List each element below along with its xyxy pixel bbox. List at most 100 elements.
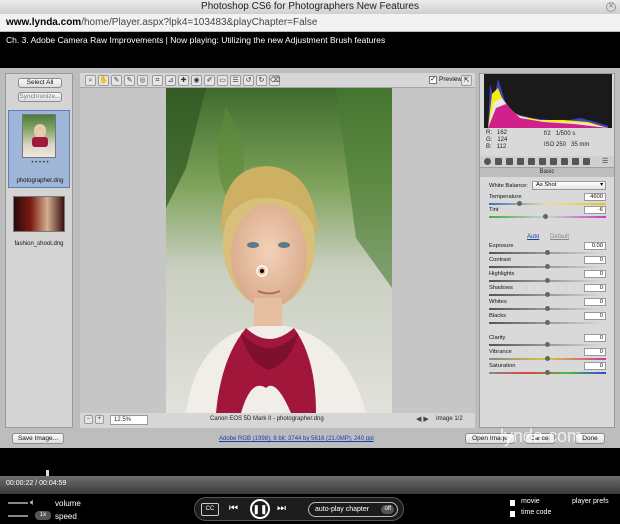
address-bar[interactable]: www.lynda.com/home/Player.aspx?lpk4=1034… — [0, 14, 620, 32]
slider-track-exposure[interactable] — [489, 250, 606, 255]
tab-split-toning-icon[interactable] — [528, 158, 535, 165]
filmstrip-item[interactable]: fashion_shoot.dng — [8, 194, 70, 247]
slider-value-exposure[interactable]: 0.00 — [584, 242, 606, 250]
image-caption: Canon EOS 5D Mark II - photographer.dng — [210, 416, 324, 422]
prev-next-arrows-icon[interactable]: ◀ ▶ — [416, 415, 429, 423]
rotate-left-icon[interactable]: ↺ — [243, 75, 254, 86]
red-eye-icon[interactable]: ◉ — [191, 75, 202, 86]
player-prefs-link[interactable]: player prefs — [572, 498, 609, 505]
crop-tool-icon[interactable]: ⌗ — [152, 75, 163, 86]
preview-checkbox[interactable]: ✓ — [429, 76, 437, 84]
slider-knob[interactable] — [545, 292, 550, 297]
closed-captions-button[interactable]: CC — [201, 503, 219, 516]
preview-photo[interactable] — [166, 88, 392, 413]
slider-track-saturation[interactable] — [489, 370, 606, 375]
player-timebar: 00:00:22 / 00:04:59 — [0, 476, 620, 494]
slider-track-clarity[interactable] — [489, 342, 606, 347]
speed-value[interactable]: 1x — [35, 511, 51, 520]
timecode-label: time code — [521, 509, 552, 516]
zoom-tool-icon[interactable]: ⌕ — [85, 75, 96, 86]
next-chapter-icon[interactable]: ⏭︎ — [277, 503, 286, 514]
thumbnail-label: fashion_shoot.dng — [14, 241, 64, 247]
targeted-adjustment-icon[interactable]: ◎ — [137, 75, 148, 86]
slider-track-whites[interactable] — [489, 306, 606, 311]
autoplay-toggle[interactable]: auto-play chapter off — [308, 502, 398, 517]
slider-label-saturation: Saturation — [489, 363, 516, 369]
zoom-in-icon[interactable]: + — [95, 415, 104, 424]
slider-value-whites[interactable]: 0 — [584, 298, 606, 306]
preferences-icon[interactable]: ☰ — [230, 75, 241, 86]
slider-knob[interactable] — [545, 356, 550, 361]
slider-track-highlights[interactable] — [489, 278, 606, 283]
slider-knob[interactable] — [545, 306, 550, 311]
slider-track-shadows[interactable] — [489, 292, 606, 297]
straighten-tool-icon[interactable]: ⊿ — [165, 75, 176, 86]
tab-basic-icon[interactable] — [484, 158, 491, 165]
tab-camera-calibration-icon[interactable] — [561, 158, 568, 165]
volume-slider[interactable] — [8, 502, 28, 504]
workflow-options-link[interactable]: Adobe RGB (1998); 8 bit; 3744 by 5616 (2… — [219, 436, 374, 442]
save-image-button[interactable]: Save Image... — [12, 433, 64, 444]
image-preview-area[interactable] — [80, 88, 475, 413]
hand-tool-icon[interactable]: ✋ — [98, 75, 109, 86]
slider-knob[interactable] — [545, 278, 550, 283]
slider-value-blacks[interactable]: 0 — [584, 312, 606, 320]
speaker-icon[interactable]: 🔈︎ — [30, 497, 35, 508]
tab-detail-icon[interactable] — [506, 158, 513, 165]
select-all-button[interactable]: Select All — [18, 78, 62, 88]
fullscreen-icon[interactable]: ⇱ — [461, 75, 472, 86]
spot-removal-icon[interactable]: ✚ — [178, 75, 189, 86]
window-title: Photoshop CS6 for Photographers New Feat… — [201, 1, 419, 12]
slider-knob[interactable] — [545, 264, 550, 269]
slider-value-contrast[interactable]: 0 — [584, 256, 606, 264]
tab-presets-icon[interactable] — [572, 158, 579, 165]
tab-tone-curve-icon[interactable] — [495, 158, 502, 165]
slider-knob[interactable] — [545, 342, 550, 347]
slider-track-tint[interactable] — [489, 214, 606, 219]
filmstrip-item-selected[interactable]: • • • • • photographer.dng — [8, 110, 70, 188]
slider-knob[interactable] — [517, 201, 522, 206]
tab-hsl-icon[interactable] — [517, 158, 524, 165]
slider-value-vibrance[interactable]: 0 — [584, 348, 606, 356]
synchronize-button[interactable]: Synchronize... — [18, 92, 62, 102]
slider-value-shadows[interactable]: 0 — [584, 284, 606, 292]
rating-stars[interactable]: • • • • • — [9, 160, 71, 166]
slider-value-temperature[interactable]: 4600 — [584, 193, 606, 201]
color-sampler-tool-icon[interactable]: ✎ — [124, 75, 135, 86]
slider-knob[interactable] — [545, 370, 550, 375]
trash-icon[interactable]: ⌫ — [269, 75, 280, 86]
slider-value-highlights[interactable]: 0 — [584, 270, 606, 278]
white-balance-tool-icon[interactable]: ✎ — [111, 75, 122, 86]
adjustment-brush-icon[interactable]: ✐ — [204, 75, 215, 86]
rotate-right-icon[interactable]: ↻ — [256, 75, 267, 86]
speed-slider[interactable] — [8, 515, 28, 517]
default-link[interactable]: Default — [550, 234, 569, 240]
white-balance-select[interactable]: As Shot ▾ — [532, 181, 606, 190]
movie-checkbox[interactable] — [510, 500, 515, 506]
tab-lens-icon[interactable] — [539, 158, 546, 165]
chevron-down-icon: ▾ — [600, 182, 603, 188]
tab-snapshots-icon[interactable] — [583, 158, 590, 165]
previous-chapter-icon[interactable]: ⏮︎ — [229, 503, 238, 514]
zoom-out-icon[interactable]: − — [84, 415, 93, 424]
thumbnail-label: photographer.dng — [16, 178, 64, 184]
auto-link[interactable]: Auto — [527, 234, 539, 240]
slider-track-contrast[interactable] — [489, 264, 606, 269]
timecode-checkbox[interactable] — [510, 511, 515, 517]
slider-value-clarity[interactable]: 0 — [584, 334, 606, 342]
tab-effects-icon[interactable] — [550, 158, 557, 165]
slider-value-saturation[interactable]: 0 — [584, 362, 606, 370]
slider-knob[interactable] — [545, 320, 550, 325]
readout-iso: ISO 250 35 mm — [544, 142, 590, 148]
slider-knob[interactable] — [545, 250, 550, 255]
window-close-icon[interactable]: ✕ — [606, 2, 616, 12]
slider-value-tint[interactable]: -6 — [584, 206, 606, 214]
panel-menu-icon[interactable]: ☰ — [602, 158, 609, 165]
zoom-level-select[interactable]: 12.5% — [110, 415, 148, 425]
graduated-filter-icon[interactable]: ▭ — [217, 75, 228, 86]
pause-icon[interactable]: ❚❚ — [250, 499, 270, 519]
slider-knob[interactable] — [542, 214, 548, 219]
slider-track-vibrance[interactable] — [489, 356, 606, 361]
slider-track-blacks[interactable] — [489, 320, 606, 325]
slider-track-temperature[interactable] — [489, 201, 606, 206]
